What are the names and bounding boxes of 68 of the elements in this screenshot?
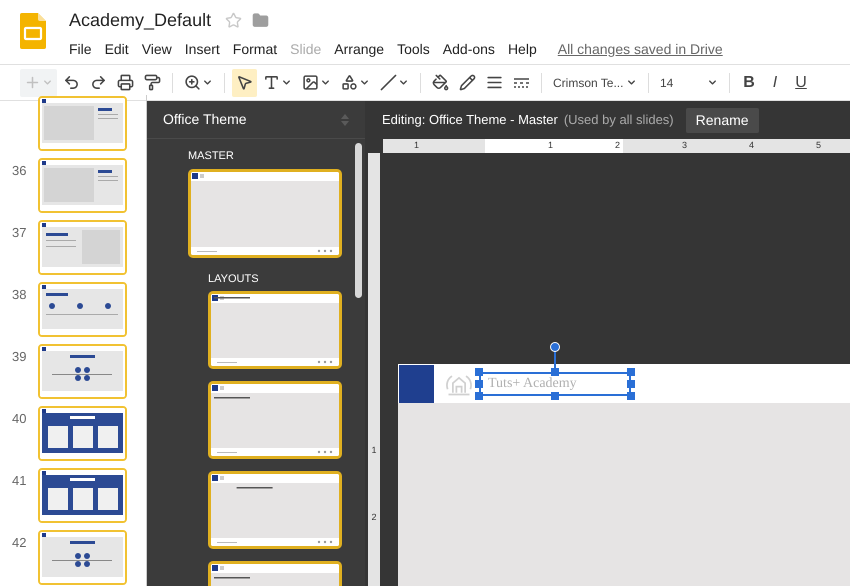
paint-format-icon[interactable]: [144, 74, 161, 91]
fill-icon[interactable]: [432, 74, 449, 91]
menu-item[interactable]: Arrange: [334, 39, 384, 60]
print-icon[interactable]: [117, 74, 134, 91]
format-button[interactable]: I: [763, 70, 787, 94]
border-color-icon[interactable]: [459, 74, 476, 91]
slide-number: 36: [12, 163, 26, 178]
zoom-icon[interactable]: [184, 74, 201, 91]
scrollbar-thumb[interactable]: [355, 143, 362, 298]
ruler-number: 2: [370, 511, 378, 524]
shape-icon[interactable]: [341, 74, 358, 91]
slide-number: 38: [12, 287, 26, 302]
placeholder-text: Tuts+ Academy: [488, 375, 577, 393]
slide-thumbnail[interactable]: [38, 344, 127, 399]
menu-item[interactable]: File: [69, 39, 92, 60]
layout-thumbnail[interactable]: [208, 381, 342, 459]
select-tool-button[interactable]: [232, 68, 257, 96]
menu-item[interactable]: Format: [232, 39, 278, 60]
slide-number: 39: [12, 349, 26, 364]
ruler-number: 1: [412, 139, 420, 152]
border-weight-icon[interactable]: [486, 74, 503, 91]
slide-number: 42: [12, 535, 26, 550]
section-label: LAYOUTS: [208, 272, 260, 286]
font-size-dropdown[interactable]: 14: [656, 74, 722, 92]
slide-thumbnail[interactable]: [38, 220, 127, 275]
select-icon[interactable]: [236, 74, 253, 91]
format-button[interactable]: B: [737, 70, 761, 94]
font-dropdown[interactable]: Crimson Te...: [549, 74, 641, 92]
menu-item[interactable]: Add-ons: [442, 39, 495, 60]
slide-thumbnail[interactable]: [38, 468, 127, 523]
slide-number: 41: [12, 473, 26, 488]
menu-item[interactable]: Insert: [184, 39, 220, 60]
text-box-icon[interactable]: [263, 74, 280, 91]
slide-thumbnail[interactable]: [38, 96, 127, 151]
format-button[interactable]: U: [789, 70, 813, 94]
rename-button[interactable]: Rename: [686, 108, 759, 132]
ruler-number: 2: [614, 139, 621, 152]
layout-thumbnail[interactable]: [208, 291, 342, 369]
menu-item[interactable]: View: [142, 39, 172, 60]
menu-item[interactable]: Tools: [397, 39, 430, 60]
redo-icon[interactable]: [90, 74, 107, 91]
theme-title: Office Theme: [163, 110, 247, 129]
editing-subtitle: (Used by all slides): [564, 111, 674, 130]
slide-thumbnail[interactable]: [38, 282, 127, 337]
menu-item[interactable]: Edit: [104, 39, 129, 60]
save-status-link[interactable]: All changes saved in Drive: [558, 39, 723, 60]
ruler-number: 5: [814, 139, 822, 152]
line-icon[interactable]: [380, 74, 397, 91]
folder-icon[interactable]: [252, 12, 270, 28]
slide-number: 40: [12, 411, 26, 426]
ruler-number: 1: [370, 444, 378, 457]
undo-icon[interactable]: [63, 74, 80, 91]
image-icon[interactable]: [302, 74, 319, 91]
document-title[interactable]: Academy_Default: [69, 6, 212, 34]
slide-thumbnail[interactable]: [38, 158, 127, 213]
menu-item[interactable]: Help: [508, 39, 537, 60]
rotation-handle[interactable]: [550, 342, 560, 376]
slide-thumbnail[interactable]: [38, 530, 127, 585]
ruler-number: 3: [680, 139, 688, 152]
ruler-number: 1: [546, 139, 554, 152]
slide-number: 37: [12, 225, 26, 240]
editing-title: Editing: Office Theme - Master: [382, 111, 558, 130]
ruler-number: 4: [748, 139, 755, 152]
slide-thumbnail[interactable]: [38, 406, 127, 461]
layout-thumbnail[interactable]: [208, 471, 342, 549]
section-label: MASTER: [188, 149, 235, 164]
layout-thumbnail[interactable]: [188, 168, 342, 258]
star-icon[interactable]: [225, 12, 242, 28]
